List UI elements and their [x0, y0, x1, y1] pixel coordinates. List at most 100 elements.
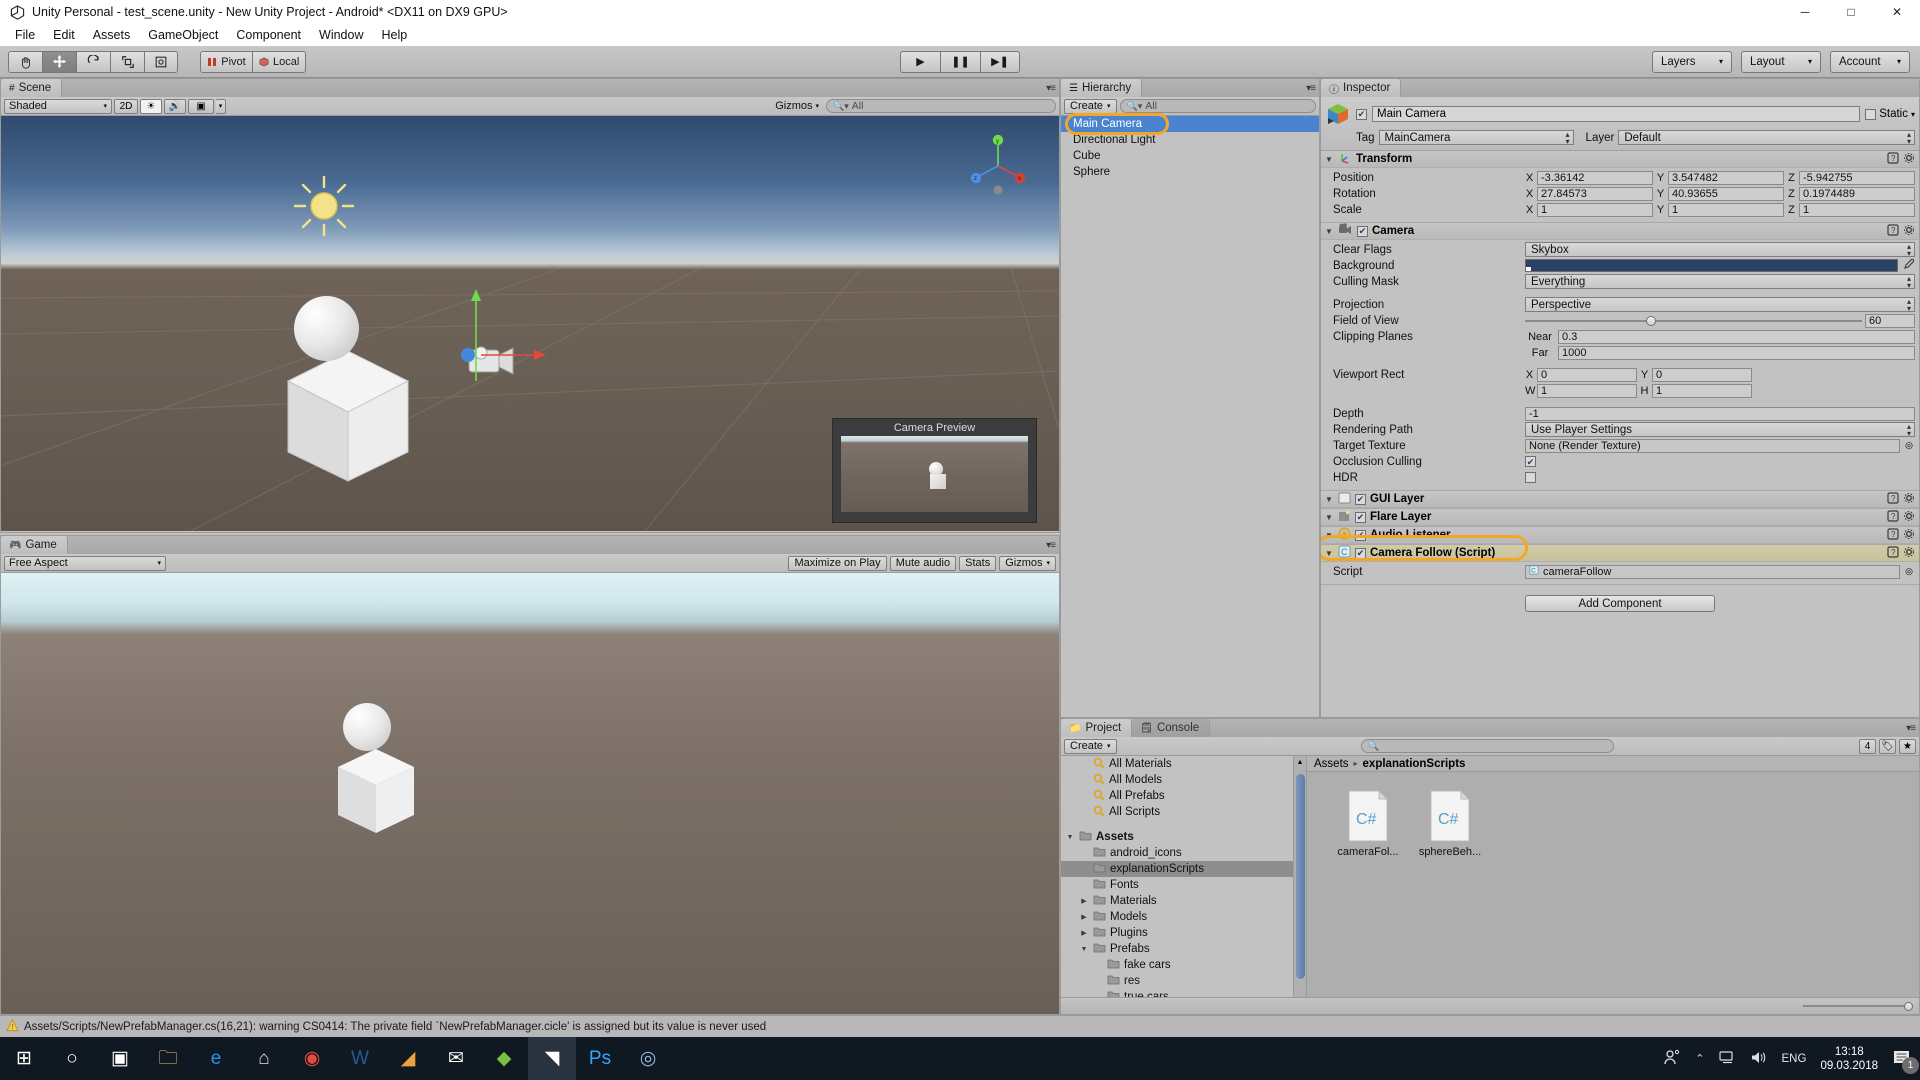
rotate-tool-button[interactable] [76, 50, 110, 73]
project-tree-item[interactable]: ▶ Plugins [1061, 925, 1306, 941]
eyedropper-icon[interactable] [1901, 258, 1915, 273]
menu-item-assets[interactable]: Assets [84, 26, 140, 44]
gear-icon[interactable] [1903, 492, 1915, 507]
filter-by-type-icon[interactable]: 4 [1858, 738, 1876, 754]
scene-fx-dropdown[interactable]: ▣ [188, 98, 214, 114]
gear-icon[interactable] [1903, 510, 1915, 525]
layout-dropdown[interactable]: Layout ▾ [1741, 50, 1821, 73]
menu-item-help[interactable]: Help [372, 26, 416, 44]
rotation-z-field[interactable]: 0.1974489 [1799, 186, 1915, 201]
local-toggle-button[interactable]: Local [252, 50, 307, 73]
game-gizmos-dropdown[interactable]: Gizmos ▾ [999, 555, 1056, 571]
flare-layer-header[interactable]: ▼ Flare Layer ? [1321, 509, 1919, 526]
scene-search-input[interactable]: 🔍▾ All [826, 99, 1056, 113]
network-icon[interactable] [1718, 1050, 1736, 1068]
step-button[interactable]: ▶❚ [980, 50, 1020, 73]
toggle-2d-button[interactable]: 2D [114, 98, 138, 114]
project-tree-item[interactable]: res [1061, 973, 1306, 989]
project-tree-item[interactable]: Fonts [1061, 877, 1306, 893]
tab-console[interactable]: 🗒 Console [1132, 719, 1211, 737]
pause-button[interactable]: ❚❚ [940, 50, 980, 73]
scale-tool-button[interactable] [110, 50, 144, 73]
scene-audio-toggle[interactable]: 🔊 [164, 98, 186, 114]
aspect-ratio-dropdown[interactable]: Free Aspect ▾ [4, 555, 166, 571]
search-button[interactable]: ○ [48, 1037, 96, 1080]
project-tree-item[interactable]: explanationScripts [1061, 861, 1306, 877]
static-checkbox[interactable] [1865, 108, 1877, 120]
chrome-icon[interactable]: ◉ [288, 1037, 336, 1080]
tab-scene[interactable]: # Scene [1, 79, 63, 97]
tab-game[interactable]: 🎮 Game [1, 536, 68, 554]
menu-item-window[interactable]: Window [310, 26, 372, 44]
foldout-icon[interactable]: ▼ [1325, 549, 1334, 558]
project-tree-item[interactable]: android_icons [1061, 845, 1306, 861]
transform-header[interactable]: ▼ Transform ? [1321, 151, 1919, 168]
scene-viewport[interactable]: y z x Camera Preview [1, 116, 1059, 531]
foldout-icon[interactable]: ▼ [1325, 227, 1334, 236]
help-icon[interactable]: ? [1887, 491, 1899, 507]
unity-icon[interactable]: ◥ [528, 1037, 576, 1080]
project-tree-item[interactable]: ▶ Models [1061, 909, 1306, 925]
chevron-right-icon[interactable]: ▶ [1079, 897, 1089, 905]
help-icon[interactable]: ? [1887, 223, 1899, 239]
gear-icon[interactable] [1903, 152, 1915, 167]
position-y-field[interactable]: 3.547482 [1668, 170, 1784, 185]
camera-header[interactable]: ▼ Camera ? [1321, 223, 1919, 240]
scale-y-field[interactable]: 1 [1668, 202, 1784, 217]
audio-listener-enabled-checkbox[interactable] [1355, 529, 1366, 541]
scene-panel-menu-icon[interactable]: ▾≡ [1046, 83, 1056, 94]
hand-tool-button[interactable] [8, 50, 42, 73]
asset-size-slider-knob[interactable] [1904, 1001, 1913, 1011]
file-explorer-icon[interactable]: 🗀 [144, 1037, 192, 1080]
hierarchy-item-directional-light[interactable]: Directional Light [1061, 132, 1319, 148]
fov-value-field[interactable]: 60 [1865, 313, 1915, 328]
viewport-h-field[interactable]: 1 [1652, 383, 1752, 398]
breadcrumb-assets[interactable]: Assets [1314, 758, 1349, 770]
project-tree-item[interactable]: All Models [1061, 772, 1306, 788]
menu-item-component[interactable]: Component [227, 26, 310, 44]
target-texture-field[interactable]: None (Render Texture) [1525, 438, 1900, 453]
object-picker-icon[interactable]: ◎ [1903, 440, 1915, 451]
projection-dropdown[interactable]: Perspective ▴ ▾ [1525, 297, 1915, 312]
tag-dropdown[interactable]: MainCamera ▴ ▾ [1378, 130, 1574, 145]
account-dropdown[interactable]: Account ▾ [1830, 50, 1910, 73]
layers-dropdown[interactable]: Layers ▾ [1652, 50, 1732, 73]
asset-size-slider[interactable] [1803, 1001, 1913, 1011]
camera-follow-enabled-checkbox[interactable] [1355, 547, 1366, 559]
flare-layer-enabled-checkbox[interactable] [1355, 511, 1366, 523]
object-enabled-checkbox[interactable] [1356, 108, 1367, 120]
help-icon[interactable]: ? [1887, 545, 1899, 561]
scale-x-field[interactable]: 1 [1537, 202, 1653, 217]
project-tree-item[interactable]: fake cars [1061, 957, 1306, 973]
volume-icon[interactable] [1750, 1050, 1768, 1068]
depth-field[interactable]: -1 [1525, 406, 1915, 421]
culling-mask-dropdown[interactable]: Everything ▴ ▾ [1525, 274, 1915, 289]
position-x-field[interactable]: -3.36142 [1537, 170, 1653, 185]
scene-orientation-gizmo[interactable]: y z x [962, 130, 1034, 202]
scene-lighting-toggle[interactable]: ☀ [140, 98, 162, 114]
tab-hierarchy[interactable]: ☰ Hierarchy [1061, 79, 1143, 97]
game-panel-menu-icon[interactable]: ▾≡ [1046, 540, 1056, 551]
notification-center-icon[interactable]: 1 [1892, 1049, 1919, 1074]
help-icon[interactable]: ? [1887, 509, 1899, 525]
stats-button[interactable]: Stats [959, 555, 997, 571]
hdr-checkbox[interactable] [1525, 472, 1536, 483]
hierarchy-panel-menu-icon[interactable]: ▾≡ [1306, 83, 1316, 94]
language-indicator[interactable]: ENG [1782, 1053, 1807, 1065]
fov-slider[interactable] [1525, 314, 1862, 328]
hierarchy-item-main-camera[interactable]: Main Camera [1061, 116, 1319, 132]
status-bar[interactable]: ! Assets/Scripts/NewPrefabManager.cs(16,… [0, 1015, 1920, 1037]
minimize-button[interactable]: ─ [1782, 0, 1828, 24]
project-tree-item[interactable]: ▼ Prefabs [1061, 941, 1306, 957]
script-field[interactable]: C cameraFollow [1525, 564, 1900, 579]
chevron-up-icon[interactable]: ⌃ [1695, 1052, 1704, 1065]
chevron-right-icon[interactable]: ▶ [1079, 929, 1089, 937]
asset-item[interactable]: C# cameraFol... [1335, 790, 1401, 858]
background-color-swatch[interactable] [1525, 259, 1898, 272]
game-viewport[interactable] [1, 573, 1059, 1014]
add-component-button[interactable]: Add Component [1525, 595, 1715, 612]
chevron-down-icon[interactable]: ▼ [1065, 834, 1075, 841]
project-tree-scrollbar[interactable]: ▲ ▼ [1293, 756, 1306, 1013]
project-create-button[interactable]: Create ▾ [1064, 738, 1117, 754]
mail-icon[interactable]: ✉ [432, 1037, 480, 1080]
